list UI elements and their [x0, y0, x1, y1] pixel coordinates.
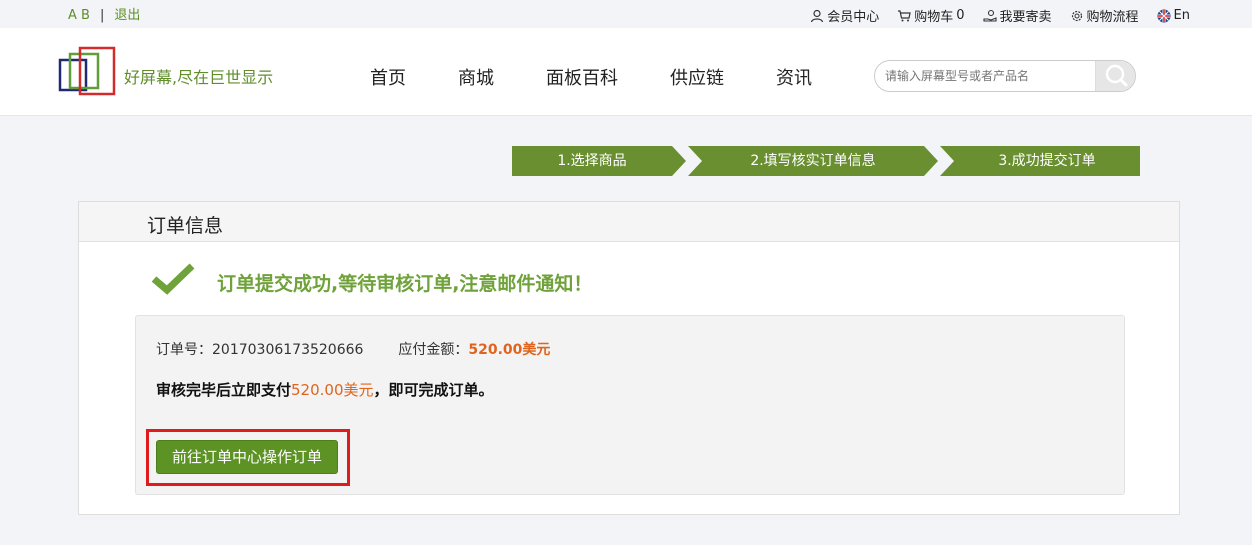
nav-mall[interactable]: 商城 [458, 64, 494, 90]
order-no-label: 订单号： [156, 342, 212, 358]
order-summary-line: 订单号：20170306173520666 应付金额：520.00美元 [156, 339, 550, 359]
pay-prefix: 审核完毕后立即支付 [156, 381, 292, 399]
cart-count: 0 [956, 8, 965, 23]
process-label: 购物流程 [1086, 10, 1139, 25]
amount-value: 520.00美元 [468, 342, 551, 358]
member-center-link[interactable]: 会员中心 [810, 6, 879, 25]
payment-instruction: 审核完毕后立即支付520.00美元，即可完成订单。 [156, 379, 494, 400]
success-banner: 订单提交成功,等待审核订单,注意邮件通知！ [151, 262, 592, 296]
amount-label: 应付金额： [398, 342, 469, 358]
hand-coin-icon [982, 9, 997, 22]
order-info-header: 订单信息 [79, 202, 1179, 242]
cart-label: 购物车 [914, 10, 954, 25]
pay-suffix: ，即可完成订单。 [373, 381, 494, 399]
process-link[interactable]: 购物流程 [1070, 6, 1139, 25]
cart-icon [898, 9, 911, 21]
nav-panel-wiki[interactable]: 面板百科 [546, 64, 618, 90]
search-box [874, 60, 1136, 92]
checkmark-icon [151, 263, 195, 295]
site-logo[interactable] [58, 46, 120, 98]
top-bar: A B | 退出 会员中心 购物车 0 我要寄卖 购物流程 En [0, 0, 1252, 28]
gear-icon [1071, 10, 1082, 21]
uk-flag-icon [1157, 9, 1171, 22]
success-message: 订单提交成功,等待审核订单,注意邮件通知！ [217, 272, 593, 295]
order-detail-box: 订单号：20170306173520666 应付金额：520.00美元 审核完毕… [135, 315, 1125, 495]
top-left-links: A B | 退出 [68, 4, 140, 23]
search-icon [1105, 64, 1128, 87]
main-nav: 首页 商城 面板百科 供应链 资讯 [370, 64, 864, 90]
step-3: 3.成功提交订单 [998, 153, 1096, 169]
order-info-card: 订单信息 订单提交成功,等待审核订单,注意邮件通知！ 订单号：201703061… [78, 201, 1180, 515]
step-2: 2.填写核实订单信息 [750, 153, 876, 169]
top-right-links: 会员中心 购物车 0 我要寄卖 购物流程 En [810, 6, 1190, 25]
pay-amount: 520.00美元 [291, 381, 374, 399]
search-input[interactable] [885, 67, 1085, 85]
separator: | [99, 8, 105, 23]
go-to-order-center-button[interactable]: 前往订单中心操作订单 [156, 440, 338, 474]
user-icon [811, 9, 824, 22]
site-slogan: 好屏幕,尽在巨世显示 [124, 68, 274, 87]
search-button[interactable] [1095, 61, 1135, 91]
order-no: 20170306173520666 [212, 342, 364, 358]
cart-link[interactable]: 购物车 0 [897, 6, 965, 25]
consign-link[interactable]: 我要寄卖 [982, 6, 1052, 25]
section-title: 订单信息 [147, 215, 224, 237]
nav-news[interactable]: 资讯 [776, 64, 812, 90]
language-label: En [1173, 8, 1190, 23]
consign-label: 我要寄卖 [999, 10, 1052, 25]
member-center-label: 会员中心 [827, 10, 880, 25]
site-header: 好屏幕,尽在巨世显示 首页 商城 面板百科 供应链 资讯 [0, 28, 1252, 116]
checkout-steps: 1.选择商品 2.填写核实订单信息 3.成功提交订单 [512, 146, 1140, 176]
step-1: 1.选择商品 [557, 153, 627, 169]
language-link[interactable]: En [1157, 6, 1190, 25]
language-size-switch[interactable]: A B [68, 8, 90, 23]
nav-home[interactable]: 首页 [370, 64, 406, 90]
logout-link[interactable]: 退出 [114, 8, 140, 23]
nav-supply-chain[interactable]: 供应链 [670, 64, 724, 90]
